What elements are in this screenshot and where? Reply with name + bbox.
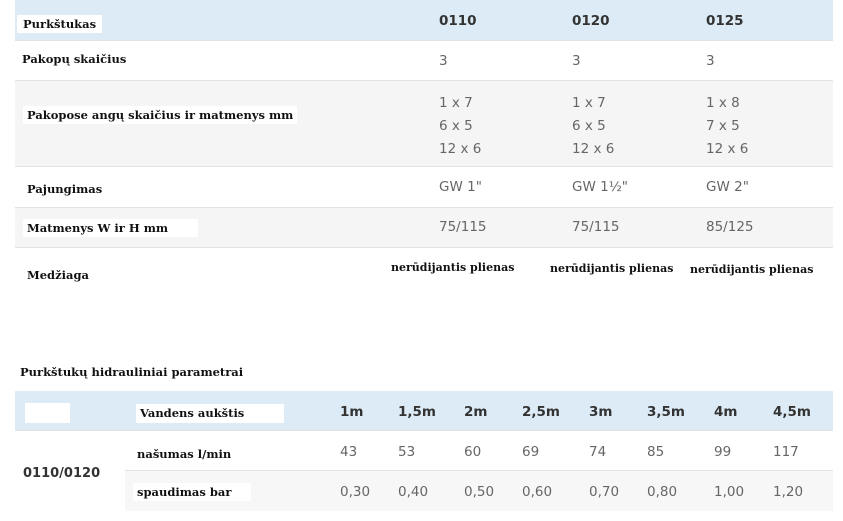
table-header-row: Purkštukas 0110 0120 0125 (15, 0, 833, 41)
hydraulic-params-title: Purkštukų hidrauliniai parametrai (16, 362, 248, 382)
group-label: 0110/0120 (23, 466, 101, 481)
cell-value: 53 (398, 444, 416, 460)
row-label: Medžiaga (23, 266, 93, 284)
cell-value: 0,60 (522, 484, 553, 500)
header-col: 2m (464, 404, 488, 420)
cell-value: 0,70 (589, 484, 620, 500)
row-label: Pakopose angų skaičius ir matmenys mm (23, 106, 298, 124)
cell-value: 117 (773, 444, 799, 460)
cell-line: 6 x 5 (439, 118, 473, 134)
header-col: 4m (714, 404, 738, 420)
row-label: Pajungimas (23, 180, 107, 198)
cell-value-stack: 1 x 8 7 x 5 12 x 6 (706, 92, 748, 161)
cell-value: 3 (439, 53, 448, 69)
header-col: 2,5m (522, 404, 560, 420)
cell-value: 0,80 (647, 484, 678, 500)
header-col: 4,5m (773, 404, 811, 420)
row-label: spaudimas bar (133, 483, 252, 501)
cell-value: 85/125 (706, 219, 754, 235)
cell-value: 1,20 (773, 484, 804, 500)
table-row: Medžiaga nerūdijantis plienas nerūdijant… (15, 248, 833, 286)
cell-value-stack: 1 x 7 6 x 5 12 x 6 (439, 92, 481, 161)
header-label: Purkštukas (17, 15, 103, 33)
table-row: Pakopų skaičius 3 3 3 (15, 40, 833, 81)
cell-value: 75/115 (439, 219, 487, 235)
header-col: 3,5m (647, 404, 685, 420)
cell-value: 69 (522, 444, 540, 460)
cell-value: nerūdijantis plienas (690, 263, 814, 276)
cell-line: 12 x 6 (706, 141, 749, 157)
cell-value: 99 (714, 444, 732, 460)
cell-value: 74 (589, 444, 607, 460)
cell-line: 12 x 6 (572, 141, 615, 157)
table-row: Pakopose angų skaičius ir matmenys mm 1 … (15, 81, 833, 167)
cell-value: 0,50 (464, 484, 495, 500)
cell-line: 7 x 5 (706, 118, 740, 134)
header-col-0110: 0110 (439, 13, 477, 29)
header-label: Vandens aukštis (136, 404, 284, 423)
cell-value: 0,30 (340, 484, 371, 500)
cell-value: GW 2" (706, 179, 749, 195)
cell-line: 1 x 7 (439, 95, 473, 111)
cell-value: 1,00 (714, 484, 745, 500)
table-row: spaudimas bar 0,30 0,40 0,50 0,60 0,70 0… (125, 471, 833, 511)
table-row: Matmenys W ir H mm 75/115 75/115 85/125 (15, 208, 833, 248)
cell-value: nerūdijantis plienas (550, 262, 674, 275)
cell-value: 3 (706, 53, 715, 69)
cell-value: 60 (464, 444, 482, 460)
cell-value: 3 (572, 53, 581, 69)
cell-line: 1 x 8 (706, 95, 740, 111)
cell-value: GW 1½" (572, 179, 628, 195)
cell-line: 1 x 7 (572, 95, 606, 111)
cell-value: 43 (340, 444, 358, 460)
cell-value: nerūdijantis plienas (391, 261, 515, 274)
header-col: 1m (340, 404, 364, 420)
table-row: Pajungimas GW 1" GW 1½" GW 2" (15, 167, 833, 208)
row-label: Matmenys W ir H mm (23, 219, 199, 237)
cell-line: 12 x 6 (439, 141, 482, 157)
header-blank-box (25, 403, 70, 423)
cell-value: 75/115 (572, 219, 620, 235)
cell-value: 85 (647, 444, 665, 460)
cell-line: 6 x 5 (572, 118, 606, 134)
header-col-0125: 0125 (706, 13, 744, 29)
header-col-0120: 0120 (572, 13, 610, 29)
header-col: 1,5m (398, 404, 436, 420)
table-header-row: Vandens aukštis 1m 1,5m 2m 2,5m 3m 3,5m … (15, 391, 833, 431)
row-label: Pakopų skaičius (18, 50, 131, 68)
cell-value: GW 1" (439, 179, 482, 195)
cell-value: 0,40 (398, 484, 429, 500)
table-row: našumas l/min 43 53 60 69 74 85 99 117 (125, 431, 833, 471)
row-label: našumas l/min (133, 445, 262, 463)
cell-value-stack: 1 x 7 6 x 5 12 x 6 (572, 92, 614, 161)
header-col: 3m (589, 404, 613, 420)
